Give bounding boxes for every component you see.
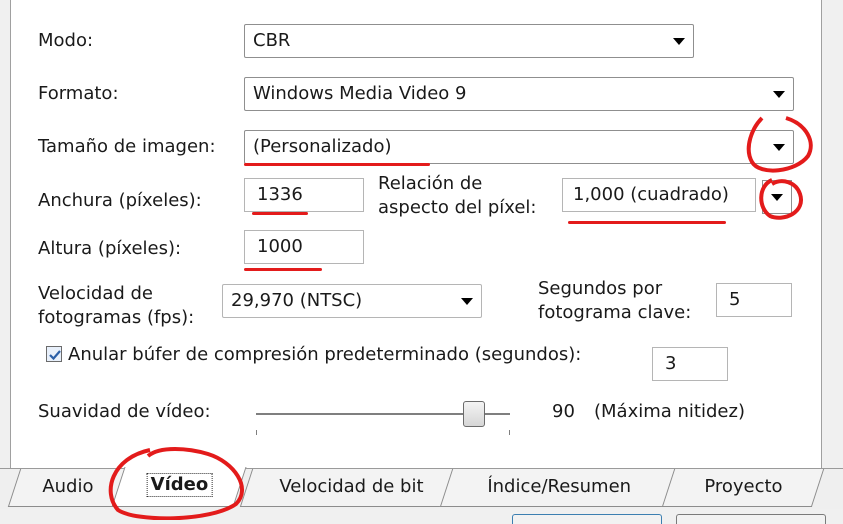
tab-bar: Audio Velocidad de bit Índice/Resumen Pr… [0, 467, 843, 509]
formato-label: Formato: [38, 83, 119, 104]
tab-video[interactable]: Vídeo [111, 467, 247, 507]
anular-checkbox[interactable] [46, 346, 62, 362]
relacion-value: 1,000 (cuadrado) [562, 178, 756, 212]
chevron-down-icon [771, 194, 783, 201]
tab-label: Proyecto [704, 476, 783, 497]
segundos-label-2: fotograma clave: [538, 302, 692, 323]
tab-label: Vídeo [146, 473, 213, 497]
anchura-input[interactable]: 1336 [244, 178, 364, 212]
annotation-underline [244, 268, 322, 271]
tamano-value: (Personalizado) [253, 136, 392, 157]
altura-input[interactable]: 1000 [244, 230, 364, 264]
formato-dropdown[interactable]: Windows Media Video 9 [244, 77, 794, 111]
suavidad-description: (Máxima nitidez) [594, 401, 745, 422]
tab-label: Índice/Resumen [487, 476, 632, 497]
suavidad-label: Suavidad de vídeo: [38, 401, 211, 422]
velocidad-label-1: Velocidad de [38, 283, 154, 304]
anular-label: Anular búfer de compresión predeterminad… [68, 344, 582, 365]
chevron-down-icon [773, 144, 785, 151]
anular-input[interactable]: 3 [652, 347, 728, 381]
altura-label: Altura (píxeles): [38, 238, 182, 259]
tamano-dropdown[interactable]: (Personalizado) [244, 130, 794, 164]
slider-thumb[interactable] [462, 401, 485, 427]
slider-tick [256, 430, 257, 435]
annotation-underline [244, 163, 430, 166]
tab-velocidad-de-bit[interactable]: Velocidad de bit [239, 469, 463, 507]
tab-label: Audio [42, 476, 94, 497]
slider-tick [509, 430, 510, 435]
relacion-label-2: aspecto del píxel: [378, 197, 537, 218]
ok-button[interactable] [512, 514, 662, 524]
suavidad-value: 90 [552, 401, 575, 422]
velocidad-value: 29,970 (NTSC) [231, 290, 363, 311]
chevron-down-icon [673, 38, 685, 45]
formato-value: Windows Media Video 9 [253, 83, 467, 104]
cancel-button[interactable] [676, 514, 826, 524]
modo-label: Modo: [38, 30, 94, 51]
tamano-label: Tamaño de imagen: [38, 136, 216, 157]
video-settings-panel [10, 0, 822, 468]
chevron-down-icon [461, 298, 473, 305]
anchura-label: Anchura (píxeles): [38, 190, 202, 211]
modo-dropdown[interactable]: CBR [244, 24, 694, 58]
relacion-dropdown-button[interactable] [762, 180, 792, 214]
checkmark-icon [49, 350, 61, 361]
relacion-label-1: Relación de [378, 173, 483, 194]
annotation-underline [252, 212, 308, 215]
tab-indice-resumen[interactable]: Índice/Resumen [439, 469, 679, 507]
annotation-underline [568, 221, 726, 224]
segundos-input[interactable]: 5 [716, 283, 792, 317]
segundos-label-1: Segundos por [538, 278, 663, 299]
velocidad-dropdown[interactable]: 29,970 (NTSC) [222, 284, 482, 318]
velocidad-label-2: fotogramas (fps): [38, 307, 195, 328]
chevron-down-icon [773, 91, 785, 98]
modo-value: CBR [253, 30, 291, 51]
tab-audio[interactable]: Audio [7, 469, 129, 507]
tab-proyecto[interactable]: Proyecto [661, 469, 825, 507]
tab-label: Velocidad de bit [279, 476, 424, 497]
